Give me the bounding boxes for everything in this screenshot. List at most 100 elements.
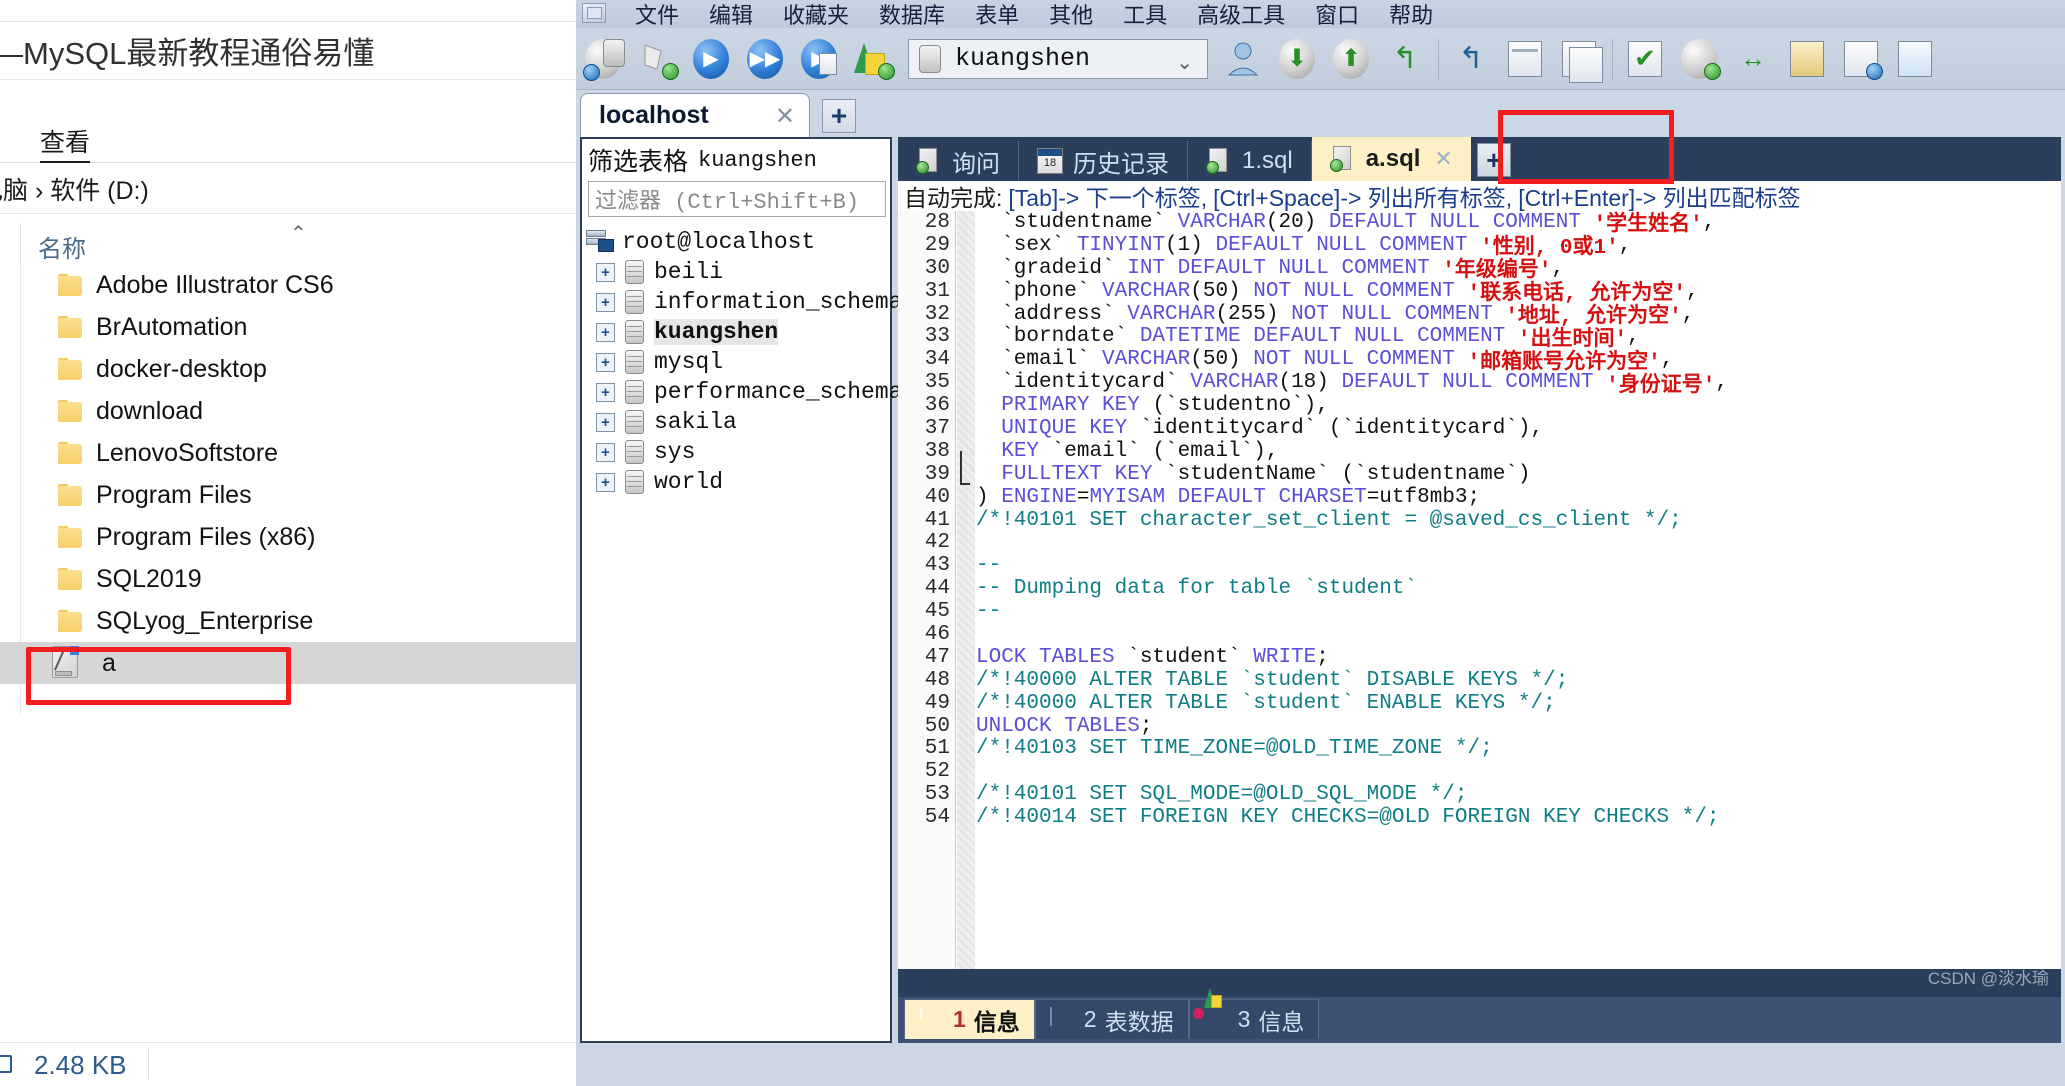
code-line[interactable]: 43 -- bbox=[925, 554, 2061, 577]
sql-code-area[interactable]: 28 `studentname` VARCHAR (20) DEFAULT NUL… bbox=[898, 211, 2061, 969]
ribbon-tab-view[interactable]: 查看 bbox=[40, 123, 91, 163]
code-line[interactable]: 45 -- bbox=[925, 600, 2061, 623]
list-item[interactable]: SQLyog_Enterprise bbox=[0, 600, 576, 642]
list-item[interactable]: Program Files bbox=[0, 474, 576, 516]
execute-all-icon[interactable]: ▶▶ bbox=[741, 35, 789, 83]
code-line[interactable]: 39 FULLTEXT KEY `studentName` (`studentn… bbox=[925, 450, 2061, 486]
user-manager-icon[interactable] bbox=[1219, 35, 1267, 83]
execute-current-icon[interactable]: ▶ bbox=[795, 35, 843, 83]
code-line[interactable]: 34 `email` VARCHAR (50) NOT NULL COMMENT … bbox=[925, 348, 2061, 375]
code-line[interactable]: 54 /*!40014 SET FOREIGN KEY CHECKS=@OLD F… bbox=[925, 806, 2061, 829]
expand-icon[interactable]: + bbox=[596, 472, 615, 492]
list-item[interactable]: a bbox=[0, 642, 576, 684]
list-item[interactable]: Adobe Illustrator CS6 bbox=[0, 264, 576, 306]
code-lines[interactable]: 28 `studentname` VARCHAR (20) DEFAULT NUL… bbox=[925, 211, 2061, 969]
column-header-name[interactable]: 名称 bbox=[38, 229, 86, 264]
code-line[interactable]: 37 UNIQUE KEY `identitycard` (`identityc… bbox=[925, 417, 2061, 440]
menu-item-3[interactable]: 数据库 bbox=[864, 0, 960, 30]
code-line[interactable]: 44 -- Dumping data for table `student` bbox=[925, 577, 2061, 600]
tree-database-node[interactable]: + sys bbox=[582, 437, 890, 467]
code-line[interactable]: 50 UNLOCK TABLES; bbox=[925, 715, 2061, 738]
close-icon[interactable]: ✕ bbox=[1434, 146, 1452, 172]
menu-item-2[interactable]: 收藏夹 bbox=[768, 0, 864, 30]
breadcrumb[interactable]: 电脑 › 软件 (D:) bbox=[0, 164, 576, 214]
tree-root-node[interactable]: root@localhost bbox=[582, 227, 890, 257]
code-line[interactable]: 48 /*!40000 ALTER TABLE `student` DISABLE… bbox=[925, 669, 2061, 692]
tree-database-node[interactable]: + world bbox=[582, 467, 890, 497]
list-item[interactable]: LenovoSoftstore bbox=[0, 432, 576, 474]
breadcrumb-path[interactable]: 电脑 › 软件 (D:) bbox=[0, 171, 149, 207]
code-line[interactable]: 36 PRIMARY KEY (`studentno`), bbox=[925, 394, 2061, 417]
menu-item-8[interactable]: 窗口 bbox=[1300, 0, 1374, 30]
export-data-icon[interactable]: ⬆ bbox=[1327, 35, 1375, 83]
list-item[interactable]: download bbox=[0, 390, 576, 432]
code-line[interactable]: 35 `identitycard` VARCHAR (18) DEFAULT NU… bbox=[925, 371, 2061, 398]
tree-database-node[interactable]: + information_schema bbox=[582, 287, 902, 317]
import-data-icon[interactable]: ⬇ bbox=[1273, 35, 1321, 83]
code-line[interactable]: 40) ENGINE = MYISAM DEFAULT CHARSET =utf8mb… bbox=[925, 486, 2061, 509]
new-connection-tab-button[interactable]: + bbox=[822, 99, 856, 133]
tree-database-node[interactable]: + performance_schema bbox=[582, 377, 902, 407]
schema-sync-icon[interactable]: ↔ bbox=[1729, 35, 1777, 83]
fold-margin[interactable] bbox=[957, 211, 975, 969]
menu-item-0[interactable]: 文件 bbox=[620, 0, 694, 30]
editor-tab-0[interactable]: 询问 bbox=[898, 141, 1019, 181]
code-line[interactable]: 53 /*!40101 SET SQL_MODE=@OLD_SQL_MODE */… bbox=[925, 783, 2061, 806]
expand-icon[interactable]: + bbox=[596, 382, 615, 402]
new-connection-icon[interactable] bbox=[579, 35, 627, 83]
execute-query-icon[interactable]: ▶ bbox=[687, 35, 735, 83]
list-item[interactable]: docker-desktop bbox=[0, 348, 576, 390]
code-line[interactable]: 46 bbox=[925, 623, 2061, 646]
object-filter-input[interactable]: 过滤器 (Ctrl+Shift+B) bbox=[588, 181, 886, 217]
list-item[interactable]: BrAutomation bbox=[0, 306, 576, 348]
add-database-icon[interactable] bbox=[633, 35, 681, 83]
table-data-icon[interactable] bbox=[1501, 35, 1549, 83]
tree-database-node[interactable]: + mysql bbox=[582, 347, 890, 377]
expand-icon[interactable]: + bbox=[596, 292, 615, 312]
close-icon[interactable]: ✕ bbox=[775, 102, 795, 131]
expand-icon[interactable]: + bbox=[596, 412, 615, 432]
code-line[interactable]: 42 bbox=[925, 531, 2061, 554]
menu-item-1[interactable]: 编辑 bbox=[694, 0, 768, 30]
result-tab-1[interactable]: 1 信息 bbox=[904, 999, 1035, 1039]
code-line[interactable]: 47 LOCK TABLES `student` WRITE; bbox=[925, 646, 2061, 669]
code-line[interactable]: 38 KEY `email` (`email`), bbox=[925, 440, 2061, 463]
code-line[interactable]: 51 /*!40103 SET TIME_ZONE=@OLD_TIME_ZONE … bbox=[925, 737, 2061, 760]
result-tab-2[interactable]: 2 表数据 bbox=[1034, 999, 1189, 1039]
result-tab-3[interactable]: 3 信息 bbox=[1188, 987, 1320, 1039]
editor-tab-2[interactable]: 1.sql bbox=[1188, 141, 1312, 181]
expand-icon[interactable]: + bbox=[596, 322, 615, 342]
expand-icon[interactable]: + bbox=[596, 262, 615, 282]
editor-tab-3[interactable]: a.sql ✕ bbox=[1311, 137, 1471, 181]
scheduled-backup-icon[interactable] bbox=[1837, 35, 1885, 83]
restore-icon[interactable]: ↰ bbox=[1381, 35, 1429, 83]
menu-item-9[interactable]: 帮助 bbox=[1374, 0, 1448, 30]
list-item[interactable]: Program Files (x86) bbox=[0, 516, 576, 558]
tree-database-node[interactable]: + sakila bbox=[582, 407, 890, 437]
refresh-objects-icon[interactable] bbox=[849, 35, 897, 83]
menu-item-4[interactable]: 表单 bbox=[960, 0, 1034, 30]
check-table-icon[interactable]: ✔ bbox=[1621, 35, 1669, 83]
backup-icon[interactable]: ↰ bbox=[1447, 35, 1495, 83]
menu-item-7[interactable]: 高级工具 bbox=[1182, 0, 1300, 30]
list-item[interactable]: SQL2019 bbox=[0, 558, 576, 600]
folder-icon bbox=[58, 316, 84, 338]
sync-database-icon[interactable] bbox=[1675, 35, 1723, 83]
expand-icon[interactable]: + bbox=[596, 352, 615, 372]
notify-icon[interactable] bbox=[1891, 35, 1939, 83]
copy-table-icon[interactable] bbox=[1555, 35, 1603, 83]
connection-tab-localhost[interactable]: localhost ✕ bbox=[580, 93, 810, 137]
code-line[interactable]: 41 /*!40101 SET character_set_client = @s… bbox=[925, 509, 2061, 532]
data-sync-icon[interactable] bbox=[1783, 35, 1831, 83]
code-line[interactable]: 52 bbox=[925, 760, 2061, 783]
menu-item-5[interactable]: 其他 bbox=[1034, 0, 1108, 30]
tree-database-node[interactable]: + beili bbox=[582, 257, 890, 287]
editor-tab-1[interactable]: 18 历史记录 bbox=[1019, 141, 1188, 181]
code-line[interactable]: 49 /*!40000 ALTER TABLE `student` ENABLE … bbox=[925, 692, 2061, 715]
expand-icon[interactable]: + bbox=[596, 442, 615, 462]
database-selector[interactable]: kuangshen ⌄ bbox=[908, 38, 1208, 79]
tree-database-node[interactable]: + kuangshen bbox=[582, 317, 890, 347]
new-query-tab-button[interactable]: + bbox=[1476, 143, 1511, 177]
menu-item-6[interactable]: 工具 bbox=[1108, 0, 1182, 30]
